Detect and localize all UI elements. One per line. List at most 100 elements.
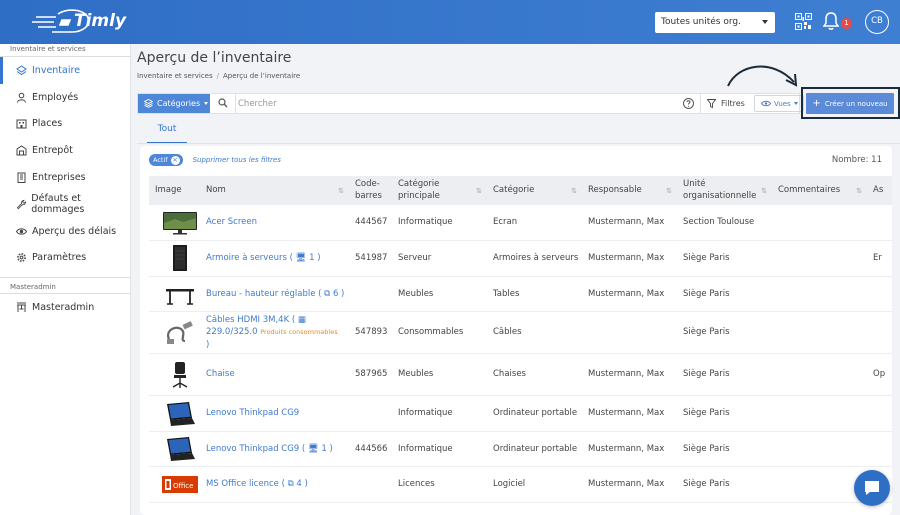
column-header-responsable[interactable]: Responsable ⇅ (582, 176, 677, 205)
clear-filters-link[interactable]: Supprimer tous les filtres (193, 156, 281, 164)
name-cell[interactable]: Lenovo Thinkpad CG9 ( 🖥 1 ) (200, 431, 349, 468)
sidebar-item-entreprises[interactable]: Entreprises (0, 164, 130, 191)
desk-image[interactable] (161, 280, 199, 308)
wrench-icon (16, 199, 26, 210)
name-cell[interactable]: Câbles HDMI 3M,4K ( ▦ 229.0/325.0 Produit… (200, 311, 349, 355)
table-row[interactable]: Chaise 587965 Meubles Chaises Mustermann… (149, 353, 892, 397)
close-icon[interactable]: × (170, 155, 180, 165)
sidebar-item-delais[interactable]: Aperçu des délais (0, 218, 130, 245)
chevron-down-icon (762, 20, 768, 24)
item-name-link[interactable]: Acer Screen (206, 217, 257, 227)
office-chair-image[interactable] (161, 361, 199, 389)
sidebar-item-defauts[interactable]: Défauts et dommages (0, 191, 130, 218)
bell-icon[interactable] (822, 11, 840, 31)
monitor-image[interactable] (161, 209, 199, 237)
category-cell: Câbles (487, 311, 582, 355)
table-row[interactable]: Armoire à serveurs ( 🖥 1 ) 541987 Serveu… (149, 240, 892, 277)
column-header-code-barres[interactable]: Code-barres (349, 176, 392, 205)
sort-icon[interactable]: ⇅ (571, 187, 577, 196)
breadcrumb-separator: / (216, 72, 219, 80)
filters-button[interactable]: Filtres (700, 94, 748, 113)
filter-chip-actif[interactable]: Actif × (149, 154, 183, 166)
sidebar-item-entrepot[interactable]: Entrepôt (0, 137, 130, 164)
table-row[interactable]: Acer Screen 444567 Informatique Ecran Mu… (149, 205, 892, 242)
unit-cell: Siège Paris (677, 353, 772, 397)
sort-icon[interactable]: ⇅ (761, 187, 767, 196)
column-header-commentaires[interactable]: Commentaires ⇅ (772, 176, 867, 205)
category-cell: Armoires à serveurs (487, 240, 582, 277)
tab-tout[interactable]: Tout (147, 120, 187, 144)
sidebar-item-parametres[interactable]: Paramètres (0, 245, 130, 272)
column-header-unite[interactable]: Unité organisationnelle ⇅ (677, 176, 772, 205)
category-cell: Ecran (487, 205, 582, 242)
item-name-link[interactable]: MS Office licence ( ⧉ 4 ) (206, 479, 308, 489)
sidebar-item-employes[interactable]: Employés (0, 84, 130, 111)
unit-cell: Section Toulouse (677, 205, 772, 242)
image-cell (149, 276, 200, 313)
active-filters: Actif × Supprimer tous les filtres (149, 154, 281, 166)
laptop-image[interactable] (161, 400, 199, 428)
name-cell[interactable]: Lenovo Thinkpad CG9 (200, 395, 349, 432)
chat-support-button[interactable] (854, 470, 890, 506)
sidebar-item-label: Masteradmin (32, 302, 95, 314)
hdmi-cable-image[interactable] (161, 319, 199, 347)
item-name-link[interactable]: Lenovo Thinkpad CG9 (206, 408, 299, 418)
image-cell (149, 353, 200, 397)
qr-code-icon[interactable] (795, 13, 812, 30)
user-avatar[interactable]: CB (865, 10, 889, 34)
table-row[interactable]: Câbles HDMI 3M,4K ( ▦ 229.0/325.0 Produit… (149, 311, 892, 355)
item-name-link[interactable]: Chaise (206, 369, 235, 379)
org-unit-select[interactable]: Toutes unités org. (655, 12, 775, 33)
barcode-cell: 587965 (349, 353, 392, 397)
tab-bar: Tout (137, 120, 900, 144)
item-name-link[interactable]: Câbles HDMI 3M,4K ( ▦ 229.0/325.0 Produit… (206, 315, 338, 351)
item-name: Bureau - hauteur réglable (206, 288, 316, 299)
column-header-nom[interactable]: Nom ⇅ (200, 176, 349, 205)
sort-icon[interactable]: ⇅ (856, 187, 862, 196)
table-row[interactable]: Bureau - hauteur réglable ( ⧉ 6 ) Meuble… (149, 276, 892, 313)
name-cell[interactable]: Bureau - hauteur réglable ( ⧉ 6 ) (200, 276, 349, 313)
categories-button[interactable]: Catégories (138, 94, 210, 113)
column-header-extra[interactable]: As (867, 176, 892, 205)
table-row[interactable]: Lenovo Thinkpad CG9 ( 🖥 1 ) 444566 Infor… (149, 431, 892, 468)
column-header-label: Image (155, 184, 182, 195)
category-cell: Logiciel (487, 466, 582, 504)
sidebar-item-masteradmin[interactable]: Masteradmin (0, 294, 130, 321)
sidebar-item-places[interactable]: Places (0, 111, 130, 138)
help-icon[interactable] (682, 97, 695, 110)
column-header-categorie[interactable]: Catégorie ⇅ (487, 176, 582, 205)
views-dropdown[interactable]: Vues (754, 95, 804, 112)
extra-cell (867, 395, 892, 432)
item-child-count: ( 🖥 1 ) (299, 443, 333, 454)
search-button[interactable] (210, 94, 236, 113)
item-name-link[interactable]: Bureau - hauteur réglable ( ⧉ 6 ) (206, 289, 344, 299)
column-header-label: Catégorie principale (398, 179, 440, 201)
stock-value: 229.0/325.0 (206, 327, 258, 338)
breadcrumb-item[interactable]: Inventaire et services (137, 72, 213, 80)
barcode-cell: 541987 (349, 240, 392, 277)
item-name-link[interactable]: Armoire à serveurs ( 🖥 1 ) (206, 253, 321, 263)
name-cell[interactable]: Armoire à serveurs ( 🖥 1 ) (200, 240, 349, 277)
create-new-button[interactable]: + Créer un nouveau (806, 93, 894, 114)
column-header-categorie-principale[interactable]: Catégorie principale ⇅ (392, 176, 487, 205)
barcode-cell (349, 395, 392, 432)
eye-icon (761, 100, 771, 107)
name-cell[interactable]: MS Office licence ( ⧉ 4 ) (200, 466, 349, 504)
search-input[interactable] (238, 96, 668, 111)
sidebar-item-label: Aperçu des délais (32, 225, 117, 237)
image-cell (149, 240, 200, 277)
table-row[interactable]: Office MS Office licence ( ⧉ 4 ) Licence… (149, 466, 892, 504)
server-cabinet-image[interactable] (161, 244, 199, 272)
item-name-link[interactable]: Lenovo Thinkpad CG9 ( 🖥 1 ) (206, 444, 333, 454)
table-row[interactable]: Lenovo Thinkpad CG9 Informatique Ordinat… (149, 395, 892, 432)
extra-cell (867, 431, 892, 468)
name-cell[interactable]: Acer Screen (200, 205, 349, 242)
laptop-image[interactable] (161, 435, 199, 463)
comments-cell (772, 466, 867, 504)
sort-icon[interactable]: ⇅ (476, 187, 482, 196)
ms-office-image[interactable]: Office (161, 471, 199, 499)
sidebar-item-inventaire[interactable]: Inventaire (0, 57, 130, 84)
sort-icon[interactable]: ⇅ (338, 187, 344, 196)
sort-icon[interactable]: ⇅ (666, 187, 672, 196)
name-cell[interactable]: Chaise (200, 353, 349, 397)
